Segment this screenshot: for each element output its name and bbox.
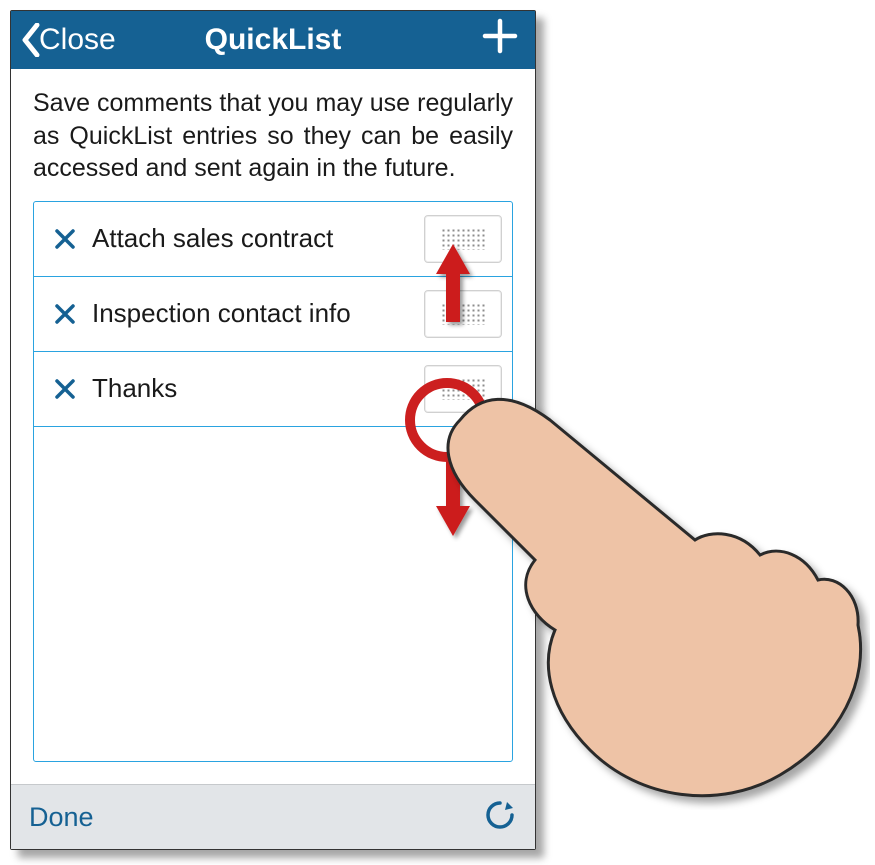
header-bar: Close QuickList bbox=[11, 11, 535, 69]
add-button[interactable] bbox=[465, 16, 535, 64]
intro-text: Save comments that you may use regularly… bbox=[11, 69, 535, 201]
close-icon bbox=[53, 227, 77, 251]
close-button[interactable]: Close bbox=[11, 11, 126, 69]
item-label: Thanks bbox=[82, 373, 424, 404]
close-label: Close bbox=[39, 23, 116, 57]
plus-icon bbox=[481, 13, 519, 66]
done-button[interactable]: Done bbox=[29, 802, 94, 833]
item-label: Inspection contact info bbox=[82, 298, 424, 329]
annotation-arrow-up-icon bbox=[430, 238, 476, 335]
item-label: Attach sales contract bbox=[82, 223, 424, 254]
page-title: QuickList bbox=[205, 23, 342, 57]
chevron-left-icon bbox=[21, 23, 41, 57]
delete-button[interactable] bbox=[48, 377, 82, 401]
delete-button[interactable] bbox=[48, 302, 82, 326]
close-icon bbox=[53, 377, 77, 401]
annotation-hand-icon bbox=[440, 380, 870, 815]
close-icon bbox=[53, 302, 77, 326]
delete-button[interactable] bbox=[48, 227, 82, 251]
